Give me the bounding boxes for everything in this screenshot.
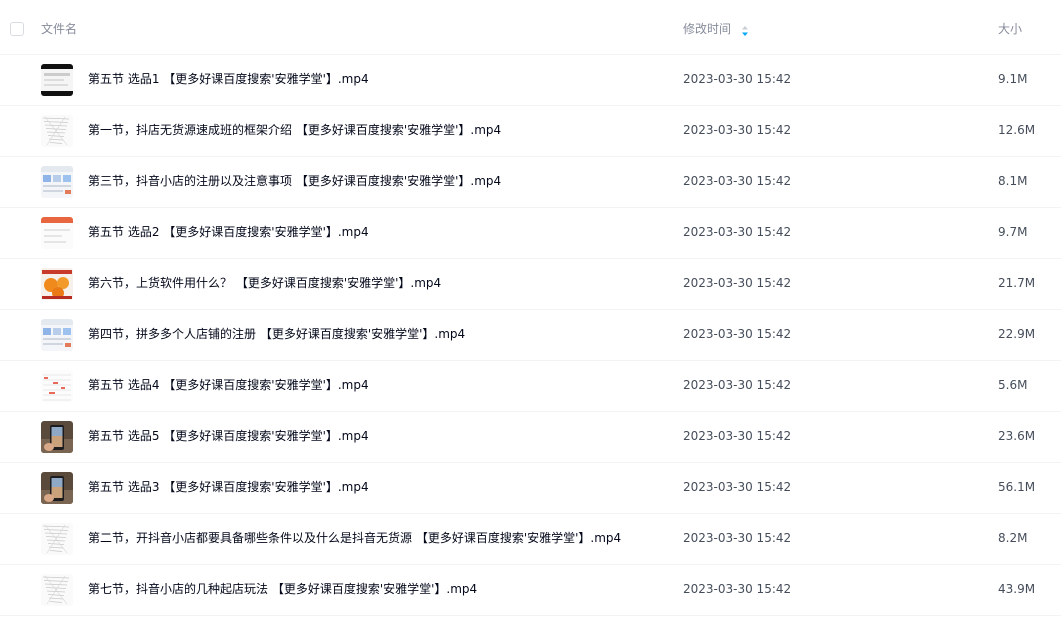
file-name[interactable]: 第七节，抖音小店的几种起店玩法 【更多好课百度搜索'安雅学堂'】.mp4 <box>88 582 477 596</box>
video-thumbnail[interactable] <box>41 217 73 249</box>
file-size: 9.1M <box>998 72 1028 86</box>
file-row[interactable]: 第五节 选品3 【更多好课百度搜索'安雅学堂'】.mp4 2023-03-30 1… <box>0 463 1061 514</box>
file-row[interactable]: 第五节 选品2 【更多好课百度搜索'安雅学堂'】.mp4 2023-03-30 1… <box>0 208 1061 259</box>
file-list-header: 文件名 修改时间 大小 <box>0 0 1061 55</box>
file-size: 21.7M <box>998 276 1036 290</box>
file-name[interactable]: 第五节 选品1 【更多好课百度搜索'安雅学堂'】.mp4 <box>88 72 369 86</box>
file-size: 23.6M <box>998 429 1036 443</box>
video-thumbnail[interactable] <box>41 421 73 453</box>
file-modified-time: 2023-03-30 15:42 <box>683 72 792 86</box>
file-modified-time: 2023-03-30 15:42 <box>683 123 792 137</box>
file-name[interactable]: 第五节 选品3 【更多好课百度搜索'安雅学堂'】.mp4 <box>88 480 369 494</box>
sort-descending-icon[interactable] <box>741 25 749 37</box>
file-size: 8.1M <box>998 174 1028 188</box>
video-thumbnail[interactable] <box>41 166 73 198</box>
file-name[interactable]: 第二节，开抖音小店都要具备哪些条件以及什么是抖音无货源 【更多好课百度搜索'安雅… <box>88 531 621 545</box>
file-modified-time: 2023-03-30 15:42 <box>683 225 792 239</box>
file-rows: 第五节 选品1 【更多好课百度搜索'安雅学堂'】.mp4 2023-03-30 1… <box>0 55 1061 616</box>
file-name[interactable]: 第六节，上货软件用什么？ 【更多好课百度搜索'安雅学堂'】.mp4 <box>88 276 441 290</box>
file-size: 56.1M <box>998 480 1036 494</box>
video-thumbnail[interactable] <box>41 523 73 555</box>
file-row[interactable]: 第四节，拼多多个人店铺的注册 【更多好课百度搜索'安雅学堂'】.mp4 2023-… <box>0 310 1061 361</box>
file-size: 9.7M <box>998 225 1028 239</box>
column-header-modified-time[interactable]: 修改时间 <box>683 22 731 36</box>
file-size: 8.2M <box>998 531 1028 545</box>
file-row[interactable]: 第一节，抖店无货源速成班的框架介绍 【更多好课百度搜索'安雅学堂'】.mp4 20… <box>0 106 1061 157</box>
file-size: 22.9M <box>998 327 1036 341</box>
video-thumbnail[interactable] <box>41 64 73 96</box>
video-thumbnail[interactable] <box>41 472 73 504</box>
file-modified-time: 2023-03-30 15:42 <box>683 174 792 188</box>
file-name[interactable]: 第四节，拼多多个人店铺的注册 【更多好课百度搜索'安雅学堂'】.mp4 <box>88 327 465 341</box>
video-thumbnail[interactable] <box>41 574 73 606</box>
file-size: 5.6M <box>998 378 1028 392</box>
video-thumbnail[interactable] <box>41 268 73 300</box>
file-name[interactable]: 第五节 选品5 【更多好课百度搜索'安雅学堂'】.mp4 <box>88 429 369 443</box>
file-modified-time: 2023-03-30 15:42 <box>683 327 792 341</box>
video-thumbnail[interactable] <box>41 319 73 351</box>
file-modified-time: 2023-03-30 15:42 <box>683 276 792 290</box>
file-row[interactable]: 第七节，抖音小店的几种起店玩法 【更多好课百度搜索'安雅学堂'】.mp4 2023… <box>0 565 1061 616</box>
file-name[interactable]: 第五节 选品2 【更多好课百度搜索'安雅学堂'】.mp4 <box>88 225 369 239</box>
select-all-checkbox[interactable] <box>10 22 24 36</box>
file-row[interactable]: 第三节，抖音小店的注册以及注意事项 【更多好课百度搜索'安雅学堂'】.mp4 20… <box>0 157 1061 208</box>
column-header-size[interactable]: 大小 <box>998 22 1022 36</box>
file-name[interactable]: 第一节，抖店无货源速成班的框架介绍 【更多好课百度搜索'安雅学堂'】.mp4 <box>88 123 501 137</box>
file-name[interactable]: 第三节，抖音小店的注册以及注意事项 【更多好课百度搜索'安雅学堂'】.mp4 <box>88 174 501 188</box>
file-row[interactable]: 第二节，开抖音小店都要具备哪些条件以及什么是抖音无货源 【更多好课百度搜索'安雅… <box>0 514 1061 565</box>
file-row[interactable]: 第五节 选品5 【更多好课百度搜索'安雅学堂'】.mp4 2023-03-30 1… <box>0 412 1061 463</box>
file-row[interactable]: 第六节，上货软件用什么？ 【更多好课百度搜索'安雅学堂'】.mp4 2023-03… <box>0 259 1061 310</box>
file-list: 文件名 修改时间 大小 第五节 选品1 【更多好课百度搜索'安雅学堂'】.mp4… <box>0 0 1061 642</box>
file-modified-time: 2023-03-30 15:42 <box>683 378 792 392</box>
file-modified-time: 2023-03-30 15:42 <box>683 531 792 545</box>
file-modified-time: 2023-03-30 15:42 <box>683 429 792 443</box>
file-name[interactable]: 第五节 选品4 【更多好课百度搜索'安雅学堂'】.mp4 <box>88 378 369 392</box>
video-thumbnail[interactable] <box>41 115 73 147</box>
file-size: 12.6M <box>998 123 1036 137</box>
file-size: 43.9M <box>998 582 1036 596</box>
file-row[interactable]: 第五节 选品1 【更多好课百度搜索'安雅学堂'】.mp4 2023-03-30 1… <box>0 55 1061 106</box>
column-header-name[interactable]: 文件名 <box>41 22 77 36</box>
file-modified-time: 2023-03-30 15:42 <box>683 582 792 596</box>
file-row[interactable]: 第五节 选品4 【更多好课百度搜索'安雅学堂'】.mp4 2023-03-30 1… <box>0 361 1061 412</box>
video-thumbnail[interactable] <box>41 370 73 402</box>
file-modified-time: 2023-03-30 15:42 <box>683 480 792 494</box>
